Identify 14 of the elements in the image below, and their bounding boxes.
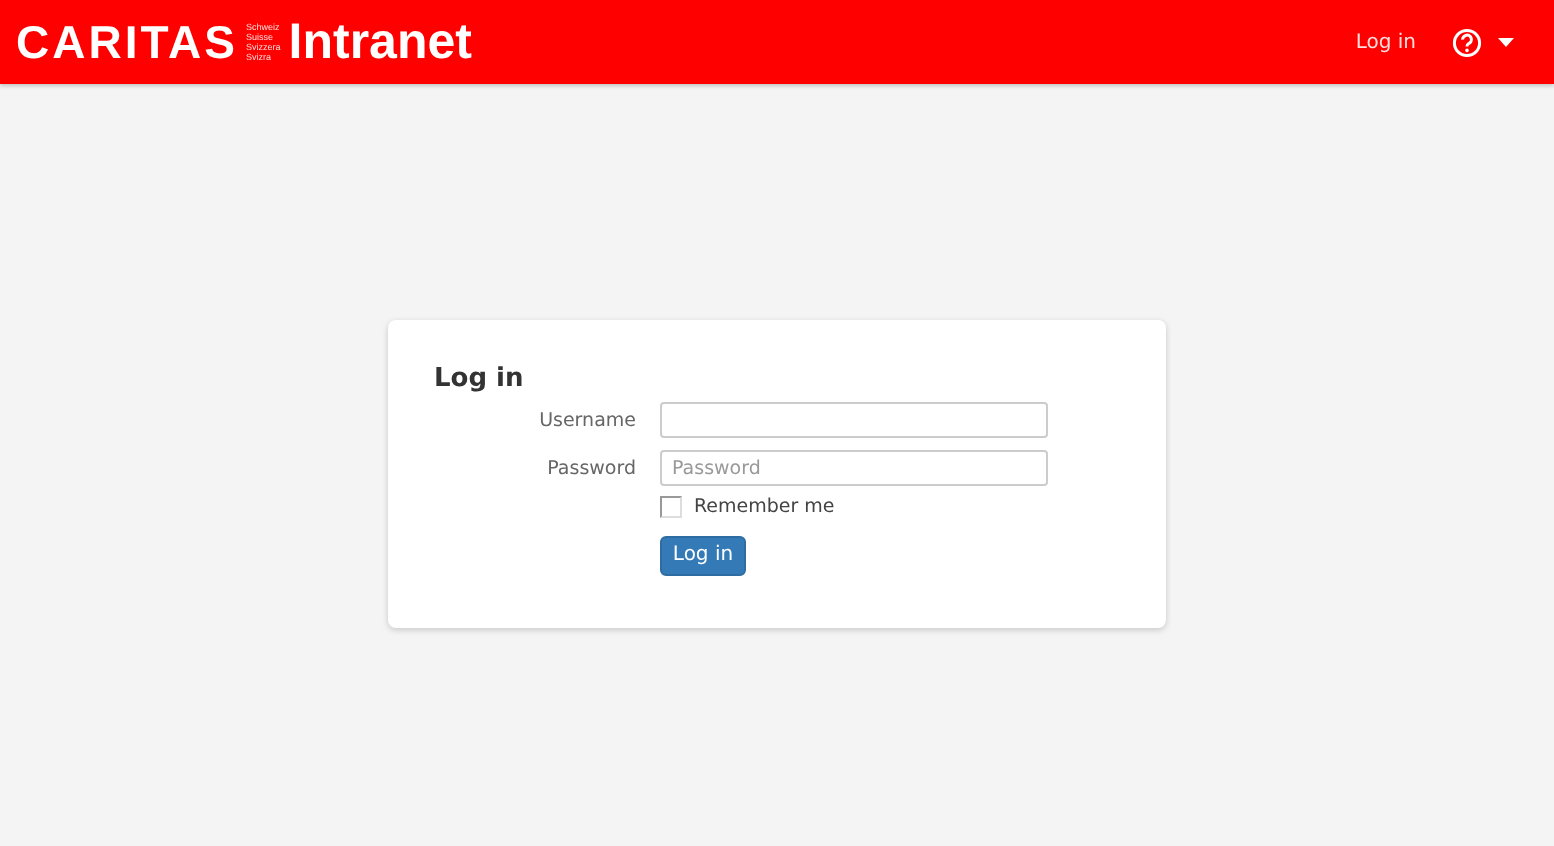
help-menu-button[interactable] bbox=[1452, 27, 1514, 57]
caret-icon bbox=[1498, 37, 1514, 47]
field-label: Username bbox=[537, 409, 636, 431]
brand-logo: CARITAS bbox=[16, 15, 239, 69]
password-field[interactable]: Password bbox=[660, 450, 1048, 486]
field-label: Password bbox=[545, 457, 636, 479]
login-link[interactable]: Log in bbox=[1355, 31, 1416, 53]
remember-checkbox[interactable] bbox=[660, 496, 682, 518]
login-button[interactable]: Log in bbox=[660, 535, 746, 575]
remember-label: Remember me bbox=[694, 496, 835, 518]
username-field[interactable] bbox=[660, 402, 1048, 438]
form-title: Log in bbox=[434, 364, 526, 394]
app-title: Intranet bbox=[288, 13, 472, 71]
help-icon bbox=[1452, 27, 1482, 57]
